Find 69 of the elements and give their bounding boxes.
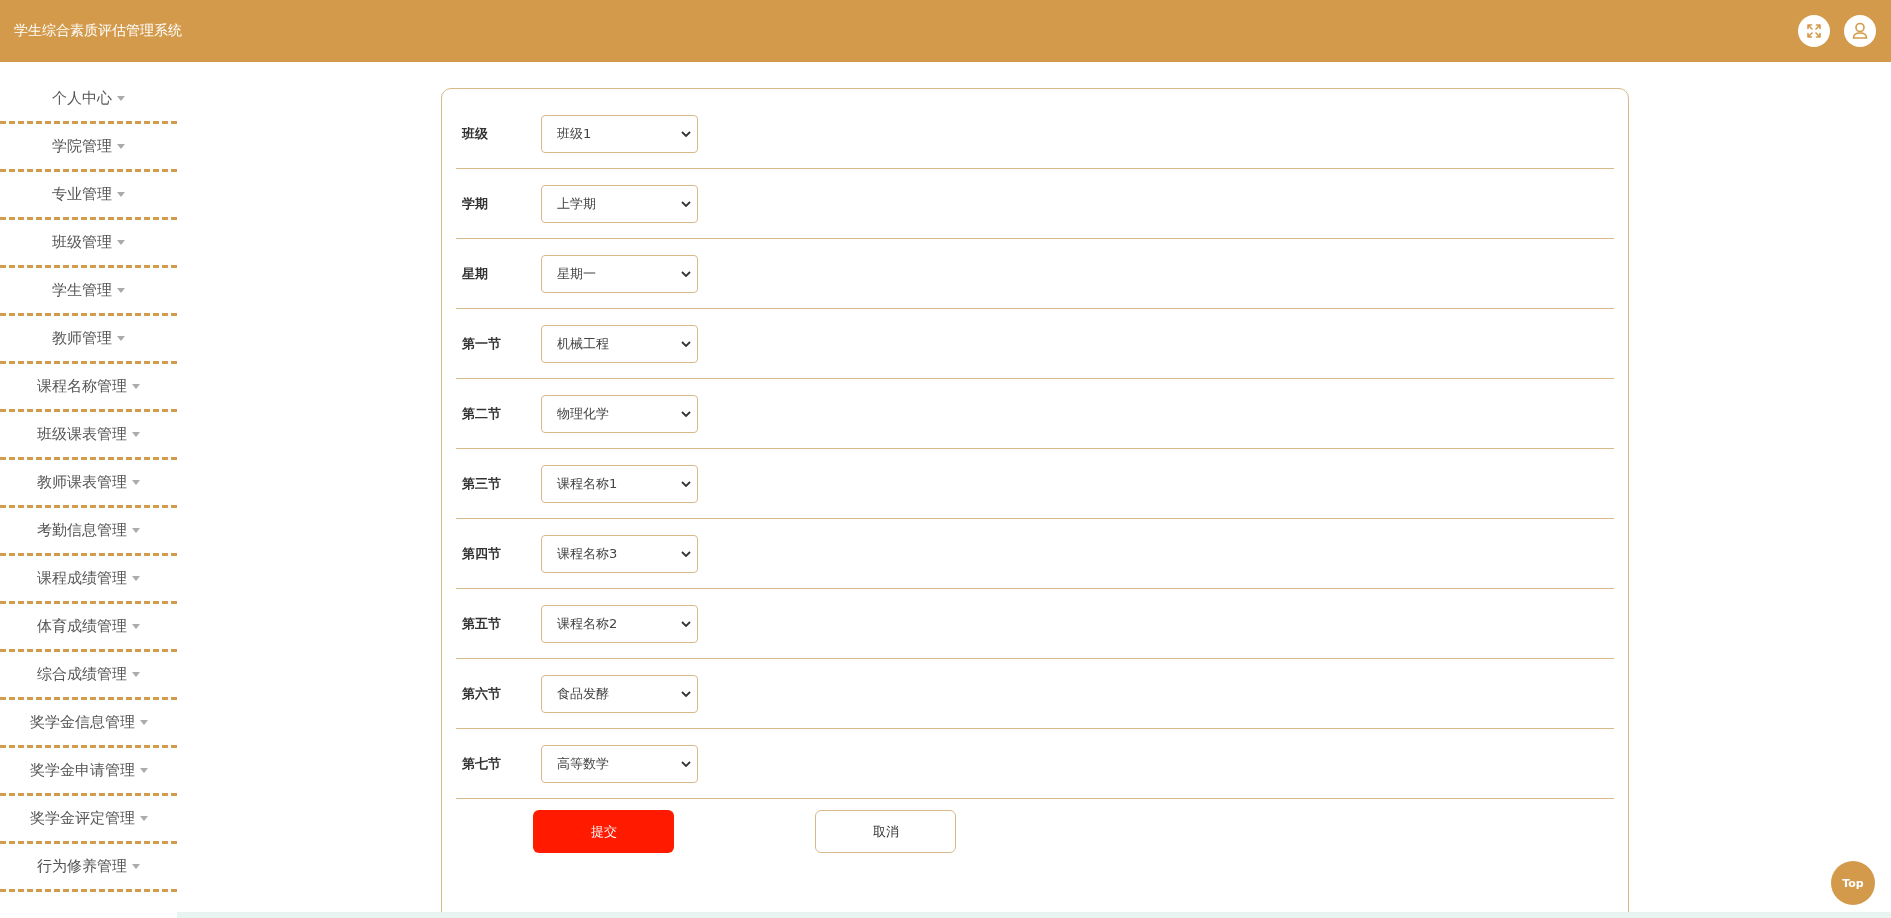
user-icon[interactable] xyxy=(1844,15,1876,47)
select-field[interactable]: 班级1 xyxy=(541,114,698,153)
chevron-icon xyxy=(681,690,691,697)
caret-icon xyxy=(132,624,140,629)
field-label: 第六节 xyxy=(461,684,502,703)
sidebar-item[interactable]: 考勤信息管理 xyxy=(0,508,177,556)
caret-icon xyxy=(139,720,148,725)
select-field[interactable]: 物理化学 xyxy=(541,394,698,433)
sidebar-item[interactable]: 班级课表管理 xyxy=(0,412,177,460)
caret-icon xyxy=(117,336,125,341)
sidebar-item[interactable]: 奖学金评定管理 xyxy=(0,796,177,844)
chevron-icon xyxy=(681,760,691,767)
caret-icon xyxy=(132,576,140,581)
caret-icon xyxy=(132,672,140,677)
caret-icon xyxy=(132,384,140,389)
select-field[interactable]: 星期一 xyxy=(541,254,698,293)
chevron-icon xyxy=(681,130,691,137)
chevron-icon xyxy=(681,550,691,557)
field-label: 班级 xyxy=(460,124,489,143)
sidebar-item[interactable]: 学生管理 xyxy=(0,268,177,316)
sidebar-item[interactable]: 班级管理 xyxy=(0,220,177,268)
select-field[interactable]: 高等数学 xyxy=(541,744,698,783)
caret-icon xyxy=(139,768,148,773)
caret-icon xyxy=(139,816,148,821)
app-title: 学生综合素质评估管理系统 xyxy=(14,22,182,40)
sidebar-item[interactable]: 教师管理 xyxy=(0,316,177,364)
fullscreen-icon[interactable] xyxy=(1798,15,1830,47)
caret-icon xyxy=(117,240,125,245)
caret-icon xyxy=(132,864,140,869)
sidebar-item[interactable]: 体育成绩管理 xyxy=(0,604,177,652)
field-label: 星期 xyxy=(461,264,489,283)
field-label: 学期 xyxy=(461,194,489,213)
sidebar-item[interactable]: 奖学金信息管理 xyxy=(0,700,177,748)
caret-icon xyxy=(132,528,140,533)
chevron-icon xyxy=(681,480,691,487)
sidebar-item[interactable]: 专业管理 xyxy=(0,172,177,220)
caret-icon xyxy=(132,432,140,437)
field-label: 第一节 xyxy=(461,334,502,353)
caret-icon xyxy=(117,144,125,149)
chevron-icon xyxy=(681,340,691,347)
sidebar-item[interactable]: 教师课表管理 xyxy=(0,460,177,508)
select-field[interactable]: 课程名称2 xyxy=(541,604,698,643)
field-label: 第五节 xyxy=(461,614,502,633)
sidebar-item[interactable]: 行为修养管理 xyxy=(0,844,177,892)
select-field[interactable]: 课程名称3 xyxy=(541,534,698,573)
chevron-icon xyxy=(681,270,691,277)
caret-icon xyxy=(132,480,140,485)
caret-icon xyxy=(117,288,125,293)
sidebar-item[interactable]: 综合成绩管理 xyxy=(0,652,177,700)
submit-button[interactable]: 提交 xyxy=(533,810,674,853)
cancel-button[interactable]: 取消 xyxy=(815,810,956,853)
select-field[interactable]: 食品发酵 xyxy=(541,674,698,713)
select-field[interactable]: 机械工程 xyxy=(541,324,698,363)
sidebar-item[interactable]: 学院管理 xyxy=(0,124,177,172)
sidebar-item[interactable]: 课程名称管理 xyxy=(0,364,177,412)
sidebar-item[interactable]: 奖学金申请管理 xyxy=(0,748,177,796)
select-field[interactable]: 课程名称1 xyxy=(541,464,698,503)
sidebar-item[interactable]: 个人中心 xyxy=(0,76,177,124)
select-field[interactable]: 上学期 xyxy=(541,184,698,223)
chevron-icon xyxy=(681,410,691,417)
field-label: 第四节 xyxy=(461,544,502,563)
caret-icon xyxy=(117,192,125,197)
caret-icon xyxy=(117,96,125,101)
sidebar-item[interactable]: 课程成绩管理 xyxy=(0,556,177,604)
field-label: 第七节 xyxy=(461,754,502,773)
field-label: 第二节 xyxy=(461,404,502,423)
chevron-icon xyxy=(681,620,691,627)
chevron-icon xyxy=(681,200,691,207)
field-label: 第三节 xyxy=(461,474,502,493)
